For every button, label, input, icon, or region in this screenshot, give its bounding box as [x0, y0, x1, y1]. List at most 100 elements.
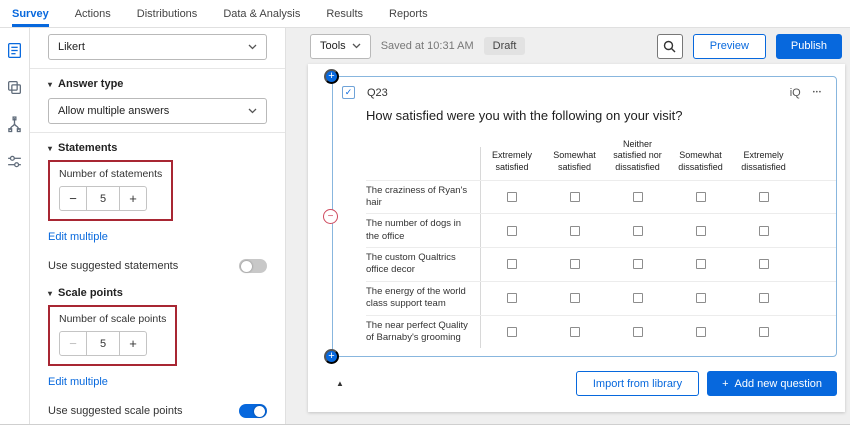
add-question-below-button[interactable]: + [324, 349, 339, 364]
matrix-checkbox[interactable] [696, 327, 706, 337]
matrix-row-label[interactable]: The custom Qualtrics office decor [366, 248, 480, 281]
collapse-block-button[interactable]: ▲ [336, 379, 344, 388]
matrix-checkbox[interactable] [633, 192, 643, 202]
tools-button[interactable]: Tools [310, 34, 371, 59]
tab-survey[interactable]: Survey [12, 0, 49, 27]
survey-options-icon[interactable] [4, 151, 25, 172]
matrix-checkbox[interactable] [759, 259, 769, 269]
matrix-checkbox[interactable] [507, 293, 517, 303]
question-text[interactable]: How satisfied were you with the followin… [366, 108, 836, 123]
matrix-cell [543, 248, 606, 281]
matrix-cell [669, 214, 732, 247]
matrix-row-label[interactable]: The craziness of Ryan's hair [366, 181, 480, 214]
use-suggested-statements-toggle[interactable] [239, 259, 267, 273]
matrix-checkbox[interactable] [570, 327, 580, 337]
matrix-cell [480, 282, 543, 315]
iq-score-button[interactable]: iQ [790, 87, 801, 99]
use-suggested-scale-points-toggle[interactable] [239, 404, 267, 418]
statements-section-header[interactable]: ▾ Statements [48, 142, 267, 154]
preview-label: Preview [710, 40, 749, 52]
matrix-row: The craziness of Ryan's hair [366, 180, 836, 214]
matrix-checkbox[interactable] [570, 226, 580, 236]
matrix-row-label[interactable]: The energy of the world class support te… [366, 282, 480, 315]
add-question-above-button[interactable]: + [324, 69, 339, 84]
top-navigation: Survey Actions Distributions Data & Anal… [0, 0, 850, 28]
matrix-checkbox[interactable] [507, 192, 517, 202]
matrix-checkbox[interactable] [696, 192, 706, 202]
statements-increment-button[interactable]: + [119, 186, 147, 211]
number-of-statements-label: Number of statements [59, 168, 162, 180]
answer-type-select[interactable]: Allow multiple answers [48, 98, 267, 124]
statements-decrement-button[interactable]: − [59, 186, 87, 211]
add-new-question-label: Add new question [735, 378, 822, 390]
tab-data-analysis[interactable]: Data & Analysis [223, 0, 300, 27]
use-suggested-statements-label: Use suggested statements [48, 260, 178, 272]
triangle-down-icon: ▾ [48, 289, 52, 298]
scale-points-decrement-button[interactable]: − [59, 331, 87, 356]
question-menu-icon[interactable]: ••• [813, 90, 822, 96]
publish-button[interactable]: Publish [776, 34, 842, 59]
tab-actions[interactable]: Actions [75, 0, 111, 27]
question-type-select[interactable]: Likert [48, 34, 267, 60]
matrix-column-header: Extremely satisfied [480, 147, 543, 180]
statements-edit-multiple-link[interactable]: Edit multiple [48, 231, 108, 243]
scale-points-increment-button[interactable]: + [119, 331, 147, 356]
matrix-row-label[interactable]: The number of dogs in the office [366, 214, 480, 247]
matrix-column-header: Neither satisfied nor dissatisfied [606, 136, 669, 180]
chevron-down-icon [248, 44, 257, 50]
preview-button[interactable]: Preview [693, 34, 766, 59]
answer-type-section-header[interactable]: ▾ Answer type [48, 78, 267, 90]
import-from-library-button[interactable]: Import from library [576, 371, 699, 396]
matrix-checkbox[interactable] [759, 226, 769, 236]
matrix-cell [732, 248, 795, 281]
matrix-checkbox[interactable] [570, 293, 580, 303]
matrix-row-label[interactable]: The near perfect Quality of Barnaby's gr… [366, 316, 480, 349]
matrix-checkbox[interactable] [507, 226, 517, 236]
survey-builder-icon[interactable] [4, 40, 25, 61]
matrix-cell [732, 181, 795, 214]
matrix-checkbox[interactable] [759, 327, 769, 337]
tab-distributions[interactable]: Distributions [137, 0, 198, 27]
matrix-corner [366, 136, 480, 180]
survey-flow-icon[interactable] [4, 114, 25, 135]
matrix-cell [543, 282, 606, 315]
import-from-library-label: Import from library [593, 378, 682, 390]
matrix-checkbox[interactable] [570, 192, 580, 202]
matrix-checkbox[interactable] [759, 293, 769, 303]
matrix-checkbox[interactable] [633, 226, 643, 236]
question-header: ✓ Q23 iQ ••• [333, 77, 836, 99]
canvas-footer: ▲ Import from library + Add new question [332, 371, 837, 396]
tab-reports[interactable]: Reports [389, 0, 428, 27]
question-card[interactable]: + + − ✓ Q23 iQ ••• How satisfied were yo… [332, 76, 837, 357]
matrix-checkbox[interactable] [633, 293, 643, 303]
matrix-checkbox[interactable] [507, 259, 517, 269]
matrix-cell [606, 181, 669, 214]
matrix-cell [732, 282, 795, 315]
matrix-checkbox[interactable] [507, 327, 517, 337]
matrix-column-header: Somewhat dissatisfied [669, 147, 732, 180]
matrix-checkbox[interactable] [570, 259, 580, 269]
tab-results[interactable]: Results [326, 0, 363, 27]
divider [30, 68, 285, 69]
question-select-checkbox[interactable]: ✓ [342, 86, 355, 99]
draft-badge: Draft [484, 37, 526, 55]
question-id: Q23 [367, 87, 388, 99]
matrix-checkbox[interactable] [696, 226, 706, 236]
matrix-checkbox[interactable] [759, 192, 769, 202]
matrix-cell [480, 181, 543, 214]
matrix-checkbox[interactable] [696, 259, 706, 269]
matrix-checkbox[interactable] [633, 327, 643, 337]
matrix-cell [669, 282, 732, 315]
scale-points-edit-multiple-link[interactable]: Edit multiple [48, 376, 108, 388]
scale-points-section-header[interactable]: ▾ Scale points [48, 287, 267, 299]
matrix-checkbox[interactable] [696, 293, 706, 303]
remove-question-button[interactable]: − [323, 209, 338, 224]
matrix-cell [543, 181, 606, 214]
left-rail [0, 28, 30, 424]
look-and-feel-icon[interactable] [4, 77, 25, 98]
matrix-header-row: Extremely satisfied Somewhat satisfied N… [366, 136, 836, 180]
add-new-question-button[interactable]: + Add new question [707, 371, 837, 396]
search-button[interactable] [657, 34, 683, 59]
matrix-checkbox[interactable] [633, 259, 643, 269]
triangle-down-icon: ▾ [48, 144, 52, 153]
